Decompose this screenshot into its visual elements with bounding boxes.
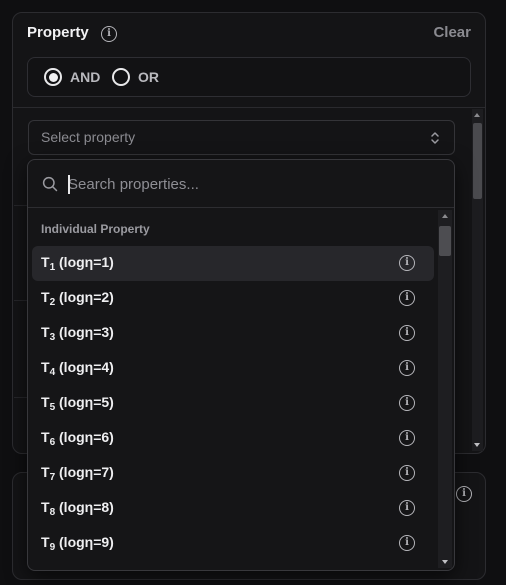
select-property-dropdown[interactable]: Select property xyxy=(28,120,455,155)
property-option[interactable]: T7 (logη=7) i xyxy=(32,456,434,491)
property-option-label: T1 (logη=1) xyxy=(41,254,114,273)
scrollbar-thumb[interactable] xyxy=(473,123,482,199)
info-icon[interactable]: i xyxy=(399,535,415,551)
panel-scrollbar[interactable] xyxy=(472,109,483,451)
scrollbar-thumb[interactable] xyxy=(439,226,451,256)
search-icon xyxy=(42,176,58,192)
info-icon[interactable]: i xyxy=(399,325,415,341)
property-option[interactable]: T1 (logη=1) i xyxy=(32,246,434,281)
property-option-label: T7 (logη=7) xyxy=(41,464,114,483)
info-icon[interactable]: i xyxy=(399,360,415,376)
radio-and[interactable]: AND xyxy=(44,68,100,86)
options-list: T1 (logη=1) i T2 (logη=2) i T3 (logη=3) i T4 (… xyxy=(32,246,434,561)
property-option[interactable]: T4 (logη=4) i xyxy=(32,351,434,386)
property-option-label: T8 (logη=8) xyxy=(41,499,114,518)
info-icon[interactable]: i xyxy=(399,395,415,411)
property-dropdown-menu: Individual Property T1 (logη=1)iT2 (logη… xyxy=(27,159,455,571)
dropdown-scrollbar[interactable] xyxy=(438,210,452,568)
property-option[interactable]: T2 (logη=2) i xyxy=(32,281,434,316)
property-option[interactable]: T6 (logη=6) i xyxy=(32,421,434,456)
panel-title: Property xyxy=(27,24,89,41)
info-icon[interactable]: i xyxy=(101,26,117,42)
info-icon[interactable]: i xyxy=(399,255,415,271)
radio-unselected-icon xyxy=(112,68,130,86)
text-cursor xyxy=(68,175,70,194)
radio-or-label: OR xyxy=(138,69,159,85)
panel-divider xyxy=(13,107,485,108)
property-option[interactable]: T3 (logη=3) i xyxy=(32,316,434,351)
radio-and-label: AND xyxy=(70,69,101,85)
group-label: Individual Property xyxy=(41,222,150,236)
search-row xyxy=(28,160,454,208)
scroll-up-arrow-icon[interactable] xyxy=(474,113,480,117)
scroll-up-arrow-icon[interactable] xyxy=(442,214,448,218)
property-option-label: T9 (logη=9) xyxy=(41,534,114,553)
info-icon[interactable]: i xyxy=(399,290,415,306)
property-option-label: T3 (logη=3) xyxy=(41,324,114,343)
panel-header: Property i Clear xyxy=(27,23,471,45)
property-option-label: T5 (logη=5) xyxy=(41,394,114,413)
property-option-label: T2 (logη=2) xyxy=(41,289,114,308)
scroll-down-arrow-icon[interactable] xyxy=(474,443,480,447)
radio-or[interactable]: OR xyxy=(112,68,159,86)
info-icon[interactable]: i xyxy=(399,465,415,481)
property-option[interactable]: T5 (logη=5) i xyxy=(32,386,434,421)
search-input[interactable] xyxy=(68,172,438,196)
radio-selected-icon xyxy=(44,68,62,86)
info-icon[interactable]: i xyxy=(399,500,415,516)
property-option[interactable]: T9 (logη=9) i xyxy=(32,526,434,561)
property-option[interactable]: T8 (logη=8) i xyxy=(32,491,434,526)
chevron-up-down-icon xyxy=(431,132,439,144)
info-icon[interactable]: i xyxy=(399,430,415,446)
clear-button[interactable]: Clear xyxy=(433,23,471,43)
info-icon[interactable]: i xyxy=(456,486,472,502)
property-option-label: T6 (logη=6) xyxy=(41,429,114,448)
scroll-down-arrow-icon[interactable] xyxy=(442,560,448,564)
logic-radio-group: AND OR xyxy=(27,57,471,97)
select-placeholder: Select property xyxy=(41,129,136,145)
property-option-label: T4 (logη=4) xyxy=(41,359,114,378)
